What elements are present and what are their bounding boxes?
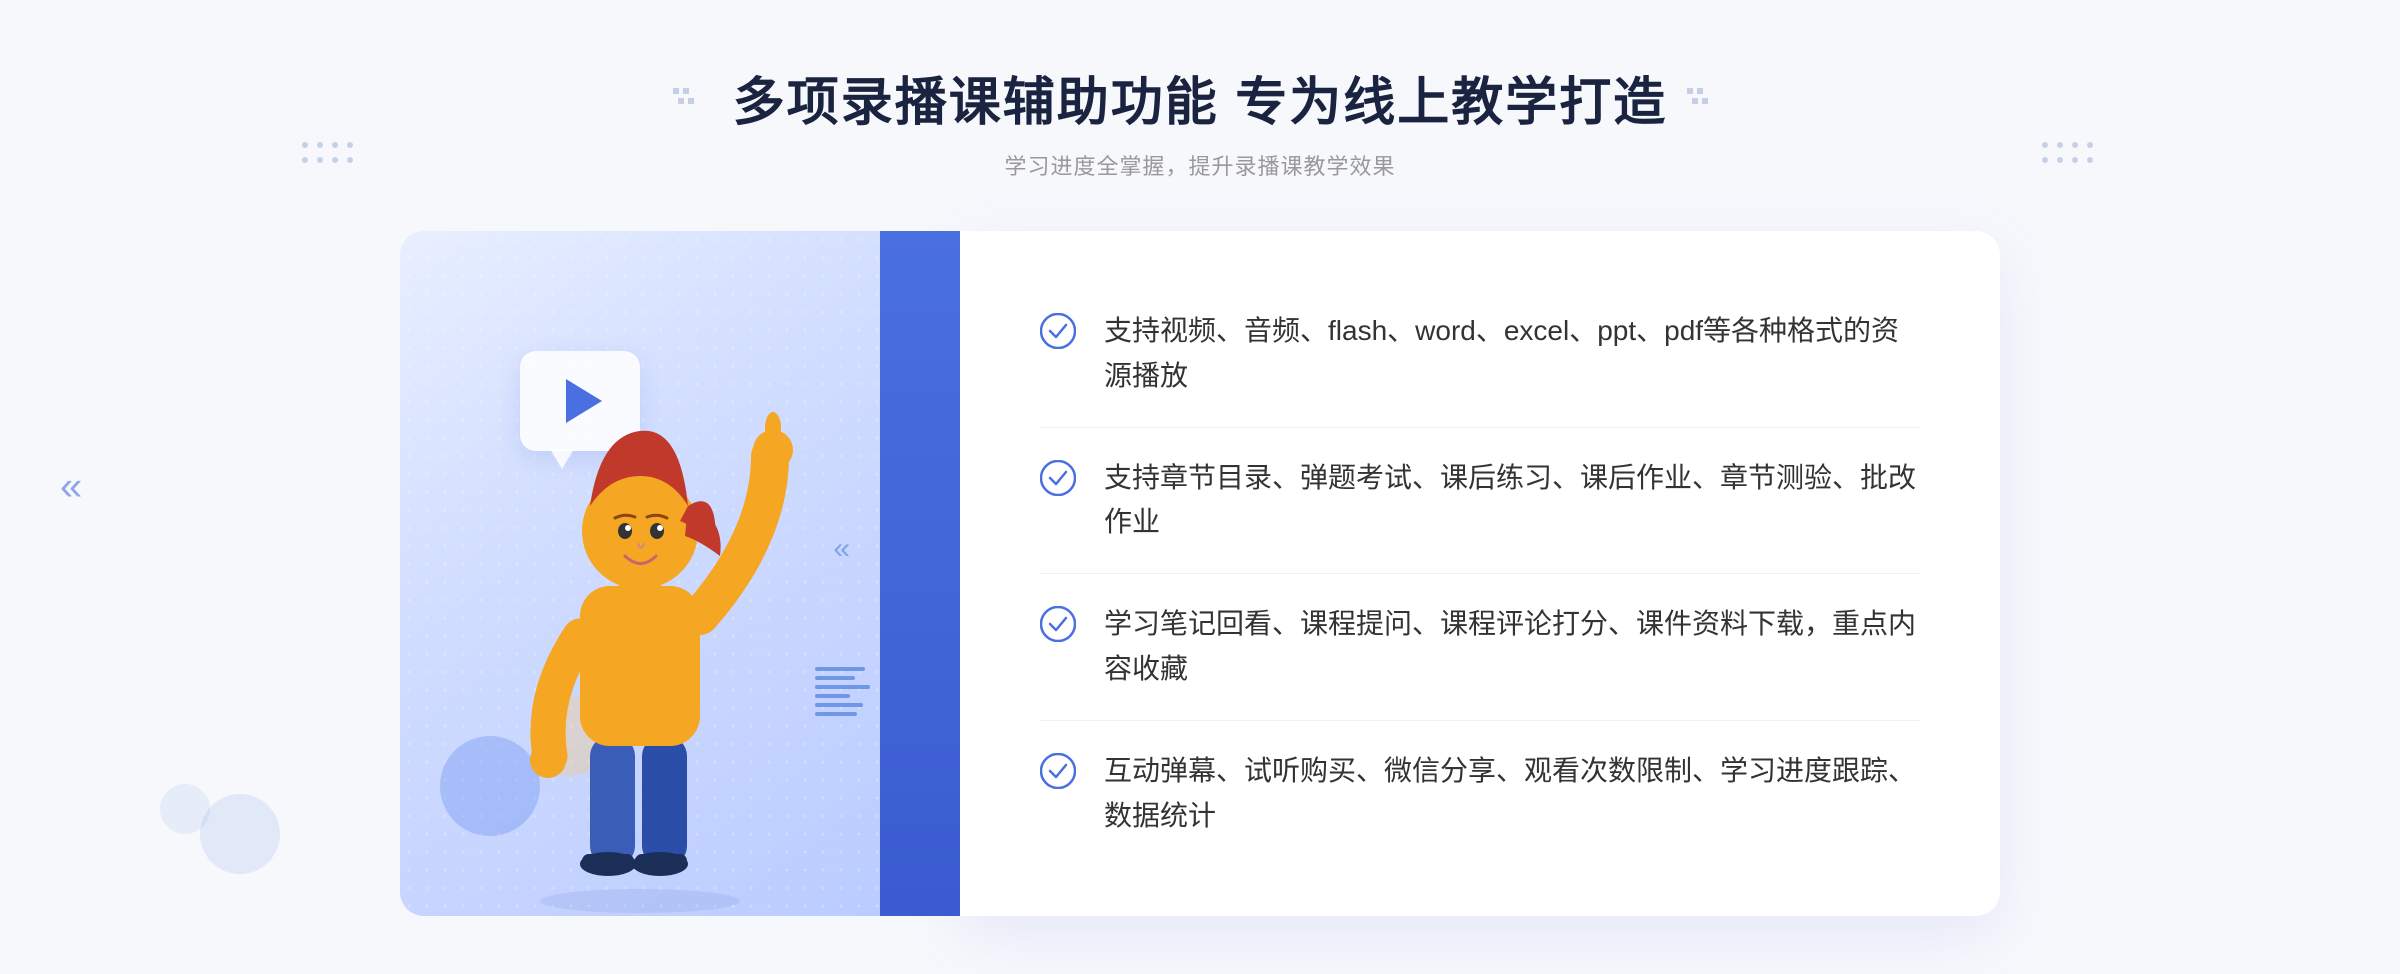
feature-item-2: 支持章节目录、弹题考试、课后练习、课后作业、章节测验、批改作业 — [1040, 428, 1920, 575]
feature-text-1: 支持视频、音频、flash、word、excel、ppt、pdf等各种格式的资源… — [1104, 309, 1920, 399]
page-container: « 多项录播课辅助功能 专为线上教学打造 — [0, 0, 2400, 974]
blue-panel — [880, 231, 960, 916]
sub-title: 学习进度全掌握，提升录播课教学效果 — [673, 149, 1727, 181]
check-icon-1 — [1040, 313, 1076, 349]
top-dots-left-decoration — [300, 140, 360, 175]
feature-text-2: 支持章节目录、弹题考试、课后练习、课后作业、章节测验、批改作业 — [1104, 456, 1920, 546]
feature-item-1: 支持视频、音频、flash、word、excel、ppt、pdf等各种格式的资源… — [1040, 281, 1920, 428]
feature-text-4: 互动弹幕、试听购买、微信分享、观看次数限制、学习进度跟踪、数据统计 — [1104, 749, 1920, 839]
header-section: 多项录播课辅助功能 专为线上教学打造 学习进度全掌握，提升录播课教学效果 — [673, 60, 1727, 181]
content-card: 支持视频、音频、flash、word、excel、ppt、pdf等各种格式的资源… — [960, 231, 2000, 916]
page-circle-deco — [200, 794, 280, 874]
check-icon-2 — [1040, 460, 1076, 496]
stripe-decoration — [815, 667, 870, 716]
main-content: « — [400, 231, 2000, 916]
feature-item-4: 互动弹幕、试听购买、微信分享、观看次数限制、学习进度跟踪、数据统计 — [1040, 721, 1920, 867]
feature-text-3: 学习笔记回看、课程提问、课程评论打分、课件资料下载，重点内容收藏 — [1104, 602, 1920, 692]
illustration-card: « — [400, 231, 960, 916]
check-icon-4 — [1040, 753, 1076, 789]
title-decoration-right — [1687, 88, 1727, 108]
left-arrow-decoration: « — [60, 465, 82, 510]
page-circle-deco-2 — [160, 784, 210, 834]
person-illustration — [460, 356, 820, 916]
main-title: 多项录播课辅助功能 专为线上教学打造 — [733, 60, 1667, 135]
top-dots-right-decoration — [2040, 140, 2100, 175]
title-decoration-left — [673, 88, 713, 108]
check-icon-3 — [1040, 606, 1076, 642]
illustration-arrows: « — [833, 532, 850, 566]
title-row: 多项录播课辅助功能 专为线上教学打造 — [673, 60, 1727, 135]
feature-item-3: 学习笔记回看、课程提问、课程评论打分、课件资料下载，重点内容收藏 — [1040, 574, 1920, 721]
